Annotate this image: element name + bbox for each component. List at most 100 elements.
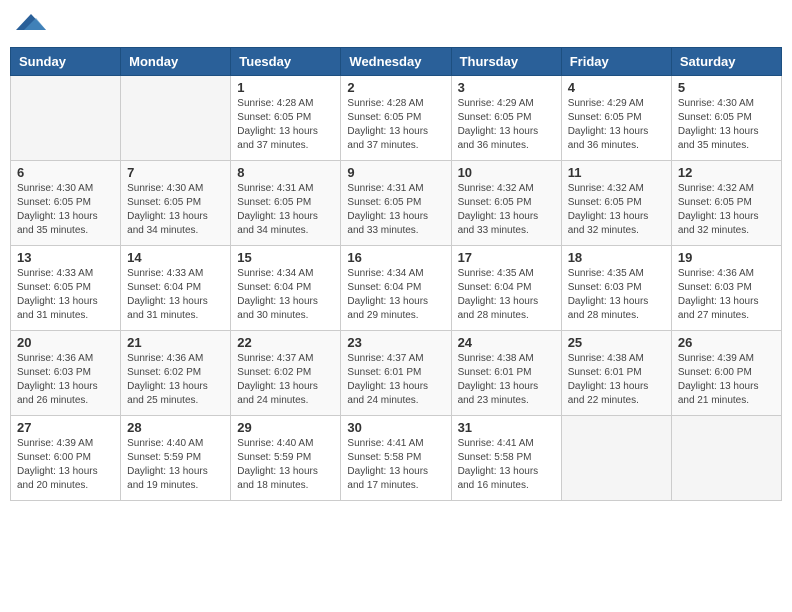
day-info: Sunrise: 4:39 AMSunset: 6:00 PMDaylight:… [678,352,775,408]
day-header-sunday: Sunday [11,48,121,76]
day-info: Sunrise: 4:32 AMSunset: 6:05 PMDaylight:… [678,182,775,238]
day-info: Sunrise: 4:29 AMSunset: 6:05 PMDaylight:… [458,97,555,153]
day-info: Sunrise: 4:36 AMSunset: 6:03 PMDaylight:… [17,352,114,408]
day-number: 28 [127,420,224,435]
day-info: Sunrise: 4:36 AMSunset: 6:03 PMDaylight:… [678,267,775,323]
calendar-cell: 2 Sunrise: 4:28 AMSunset: 6:05 PMDaylight… [341,76,451,161]
day-header-thursday: Thursday [451,48,561,76]
calendar-cell: 12 Sunrise: 4:32 AMSunset: 6:05 PMDayligh… [671,161,781,246]
day-number: 6 [17,165,114,180]
calendar-cell: 15 Sunrise: 4:34 AMSunset: 6:04 PMDayligh… [231,246,341,331]
day-number: 11 [568,165,665,180]
day-header-wednesday: Wednesday [341,48,451,76]
day-number: 14 [127,250,224,265]
calendar-cell: 26 Sunrise: 4:39 AMSunset: 6:00 PMDayligh… [671,331,781,416]
calendar-cell: 16 Sunrise: 4:34 AMSunset: 6:04 PMDayligh… [341,246,451,331]
calendar-cell: 20 Sunrise: 4:36 AMSunset: 6:03 PMDayligh… [11,331,121,416]
day-number: 26 [678,335,775,350]
week-row-2: 6 Sunrise: 4:30 AMSunset: 6:05 PMDaylight… [11,161,782,246]
day-number: 19 [678,250,775,265]
day-info: Sunrise: 4:41 AMSunset: 5:58 PMDaylight:… [458,437,555,493]
day-number: 29 [237,420,334,435]
day-number: 5 [678,80,775,95]
calendar-cell: 7 Sunrise: 4:30 AMSunset: 6:05 PMDaylight… [121,161,231,246]
day-number: 2 [347,80,444,95]
day-number: 23 [347,335,444,350]
day-info: Sunrise: 4:33 AMSunset: 6:05 PMDaylight:… [17,267,114,323]
day-info: Sunrise: 4:31 AMSunset: 6:05 PMDaylight:… [237,182,334,238]
day-info: Sunrise: 4:30 AMSunset: 6:05 PMDaylight:… [678,97,775,153]
week-row-1: 1Sunrise: 4:28 AMSunset: 6:05 PMDaylight… [11,76,782,161]
day-info: Sunrise: 4:30 AMSunset: 6:05 PMDaylight:… [127,182,224,238]
calendar-header-row: SundayMondayTuesdayWednesdayThursdayFrid… [11,48,782,76]
calendar-cell: 21 Sunrise: 4:36 AMSunset: 6:02 PMDayligh… [121,331,231,416]
day-info: Sunrise: 4:38 AMSunset: 6:01 PMDaylight:… [458,352,555,408]
calendar-cell: 22Sunrise: 4:37 AMSunset: 6:02 PMDayligh… [231,331,341,416]
day-number: 12 [678,165,775,180]
day-info: Sunrise: 4:40 AMSunset: 5:59 PMDaylight:… [237,437,334,493]
calendar-cell: 1Sunrise: 4:28 AMSunset: 6:05 PMDaylight… [231,76,341,161]
calendar-cell: 23Sunrise: 4:37 AMSunset: 6:01 PMDayligh… [341,331,451,416]
day-number: 3 [458,80,555,95]
day-number: 21 [127,335,224,350]
calendar-cell: 10Sunrise: 4:32 AMSunset: 6:05 PMDayligh… [451,161,561,246]
day-info: Sunrise: 4:35 AMSunset: 6:03 PMDaylight:… [568,267,665,323]
week-row-3: 13Sunrise: 4:33 AMSunset: 6:05 PMDayligh… [11,246,782,331]
day-number: 25 [568,335,665,350]
calendar-cell: 3 Sunrise: 4:29 AMSunset: 6:05 PMDaylight… [451,76,561,161]
day-info: Sunrise: 4:36 AMSunset: 6:02 PMDaylight:… [127,352,224,408]
calendar-cell: 17Sunrise: 4:35 AMSunset: 6:04 PMDayligh… [451,246,561,331]
day-number: 30 [347,420,444,435]
calendar-table: SundayMondayTuesdayWednesdayThursdayFrid… [10,47,782,501]
calendar-cell: 5 Sunrise: 4:30 AMSunset: 6:05 PMDaylight… [671,76,781,161]
calendar-cell: 8 Sunrise: 4:31 AMSunset: 6:05 PMDaylight… [231,161,341,246]
day-header-tuesday: Tuesday [231,48,341,76]
week-row-5: 27 Sunrise: 4:39 AMSunset: 6:00 PMDayligh… [11,416,782,501]
day-info: Sunrise: 4:28 AMSunset: 6:05 PMDaylight:… [237,97,334,153]
day-info: Sunrise: 4:28 AMSunset: 6:05 PMDaylight:… [347,97,444,153]
day-number: 9 [347,165,444,180]
day-info: Sunrise: 4:32 AMSunset: 6:05 PMDaylight:… [568,182,665,238]
calendar-cell [11,76,121,161]
calendar-cell: 27 Sunrise: 4:39 AMSunset: 6:00 PMDayligh… [11,416,121,501]
day-number: 16 [347,250,444,265]
calendar-cell: 6 Sunrise: 4:30 AMSunset: 6:05 PMDaylight… [11,161,121,246]
day-number: 4 [568,80,665,95]
day-number: 20 [17,335,114,350]
calendar-cell [671,416,781,501]
calendar-cell: 4 Sunrise: 4:29 AMSunset: 6:05 PMDaylight… [561,76,671,161]
day-header-friday: Friday [561,48,671,76]
calendar-cell: 24 Sunrise: 4:38 AMSunset: 6:01 PMDayligh… [451,331,561,416]
page-header [10,10,782,39]
day-header-monday: Monday [121,48,231,76]
calendar-cell [561,416,671,501]
calendar-cell: 13Sunrise: 4:33 AMSunset: 6:05 PMDayligh… [11,246,121,331]
calendar-cell: 14Sunrise: 4:33 AMSunset: 6:04 PMDayligh… [121,246,231,331]
day-info: Sunrise: 4:37 AMSunset: 6:02 PMDaylight:… [237,352,334,408]
day-info: Sunrise: 4:40 AMSunset: 5:59 PMDaylight:… [127,437,224,493]
day-info: Sunrise: 4:38 AMSunset: 6:01 PMDaylight:… [568,352,665,408]
day-number: 10 [458,165,555,180]
day-number: 7 [127,165,224,180]
calendar-cell [121,76,231,161]
day-number: 31 [458,420,555,435]
calendar-cell: 29 Sunrise: 4:40 AMSunset: 5:59 PMDayligh… [231,416,341,501]
calendar-cell: 9Sunrise: 4:31 AMSunset: 6:05 PMDaylight… [341,161,451,246]
day-number: 15 [237,250,334,265]
calendar-cell: 25 Sunrise: 4:38 AMSunset: 6:01 PMDayligh… [561,331,671,416]
day-info: Sunrise: 4:29 AMSunset: 6:05 PMDaylight:… [568,97,665,153]
calendar-cell: 28 Sunrise: 4:40 AMSunset: 5:59 PMDayligh… [121,416,231,501]
calendar-cell: 31 Sunrise: 4:41 AMSunset: 5:58 PMDayligh… [451,416,561,501]
day-info: Sunrise: 4:34 AMSunset: 6:04 PMDaylight:… [347,267,444,323]
day-number: 17 [458,250,555,265]
day-number: 8 [237,165,334,180]
day-info: Sunrise: 4:39 AMSunset: 6:00 PMDaylight:… [17,437,114,493]
day-number: 27 [17,420,114,435]
day-info: Sunrise: 4:41 AMSunset: 5:58 PMDaylight:… [347,437,444,493]
day-number: 24 [458,335,555,350]
day-info: Sunrise: 4:34 AMSunset: 6:04 PMDaylight:… [237,267,334,323]
day-info: Sunrise: 4:30 AMSunset: 6:05 PMDaylight:… [17,182,114,238]
calendar-cell: 30 Sunrise: 4:41 AMSunset: 5:58 PMDayligh… [341,416,451,501]
logo [14,10,46,39]
week-row-4: 20 Sunrise: 4:36 AMSunset: 6:03 PMDayligh… [11,331,782,416]
